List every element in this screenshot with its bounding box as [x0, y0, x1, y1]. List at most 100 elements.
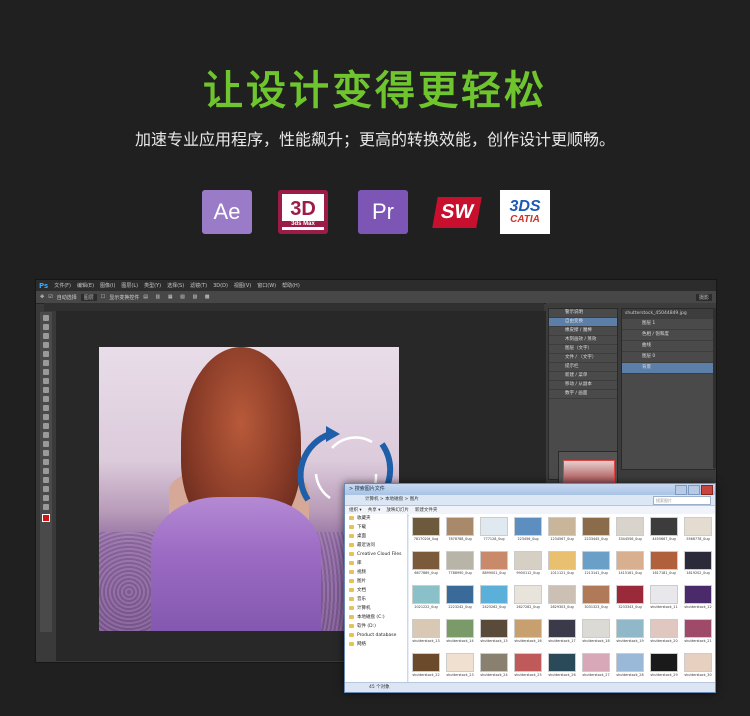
file-item[interactable]: 1617181_0ug [647, 548, 681, 582]
minimize-button[interactable] [675, 485, 687, 495]
ps-menu-item[interactable]: 图层(L) [121, 282, 138, 289]
nav-item[interactable]: 文档 [345, 586, 407, 595]
toolbar-button[interactable]: 新建文件夹 [415, 508, 438, 513]
file-item[interactable]: shutterstock_12 [681, 582, 715, 616]
file-item[interactable]: 2627282_0ug [511, 582, 545, 616]
explorer-title-bar[interactable]: > 搜索图片文件 [345, 484, 715, 495]
history-item[interactable]: 木刻画效 / 蒸效 [549, 336, 617, 345]
nav-item[interactable]: 视频 [345, 568, 407, 577]
ps-menu-item[interactable]: 编辑(E) [77, 282, 94, 289]
layer-row[interactable]: 图层 0 [622, 352, 714, 363]
document-tabs[interactable] [44, 303, 544, 311]
ps-menu-item[interactable]: 选择(S) [167, 282, 184, 289]
file-item[interactable]: shutterstock_26 [545, 650, 579, 684]
file-item[interactable]: 5566778_0ug [681, 514, 715, 548]
file-item[interactable]: 1415161_0ug [613, 548, 647, 582]
tool-icon[interactable] [43, 432, 49, 438]
nav-item[interactable]: 下载 [345, 523, 407, 532]
file-item[interactable]: 2223242_0ug [443, 582, 477, 616]
ps-menu-item[interactable]: 帮助(H) [282, 282, 300, 289]
tool-icon[interactable] [43, 441, 49, 447]
tool-icon[interactable] [43, 369, 49, 375]
tool-icon[interactable] [43, 486, 49, 492]
tool-icon[interactable] [43, 423, 49, 429]
file-item[interactable]: 3031323_0ug [579, 582, 613, 616]
nav-item[interactable]: 库 [345, 559, 407, 568]
search-input[interactable]: 搜索图片 [653, 496, 711, 505]
file-item[interactable]: 2233445_0ug [579, 514, 613, 548]
file-item[interactable]: 2829303_0ug [545, 582, 579, 616]
nav-item[interactable]: 图片 [345, 577, 407, 586]
ps-menu-item[interactable]: 文件(F) [54, 282, 71, 289]
tool-icon[interactable] [43, 414, 49, 420]
file-item[interactable]: shutterstock_19 [613, 616, 647, 650]
file-item[interactable]: 1819202_0ug [681, 548, 715, 582]
file-item[interactable]: shutterstock_25 [511, 650, 545, 684]
show-transform-checkbox[interactable]: ☐ [101, 294, 105, 300]
file-item[interactable]: 1011121_0ug [545, 548, 579, 582]
file-item[interactable]: shutterstock_21 [681, 616, 715, 650]
toolbar-button[interactable]: 共享 ▾ [368, 508, 381, 513]
nav-item[interactable]: 最近访问 [345, 541, 407, 550]
history-item[interactable]: 文件 / （文字） [549, 354, 617, 363]
file-item[interactable]: shutterstock_11 [647, 582, 681, 616]
file-item[interactable]: shutterstock_15 [477, 616, 511, 650]
history-item[interactable]: 自由变换 [549, 318, 617, 327]
file-item[interactable]: 2021222_0ug [409, 582, 443, 616]
file-item[interactable]: shutterstock_30 [681, 650, 715, 684]
align-icons[interactable]: ▤ ▥ ▦ ▧ ▨ ▩ [143, 294, 212, 300]
tool-icon[interactable] [43, 459, 49, 465]
file-item[interactable]: shutterstock_17 [545, 616, 579, 650]
file-item[interactable]: shutterstock_20 [647, 616, 681, 650]
maximize-button[interactable] [688, 485, 700, 495]
file-item[interactable]: 223456_0ug [511, 514, 545, 548]
file-item[interactable]: 3344556_0ug [613, 514, 647, 548]
layer-row[interactable]: 背景 [622, 363, 714, 374]
toolbar-button[interactable]: 组织 ▾ [349, 508, 362, 513]
file-item[interactable]: shutterstock_14 [443, 616, 477, 650]
file-item[interactable]: shutterstock_28 [613, 650, 647, 684]
file-item[interactable]: shutterstock_27 [579, 650, 613, 684]
layer-row[interactable]: 色相 / 饱和度 [622, 330, 714, 341]
tool-icon[interactable] [43, 342, 49, 348]
tool-icon[interactable] [43, 333, 49, 339]
nav-item[interactable]: 网络 [345, 640, 407, 649]
nav-item[interactable]: Product database [345, 631, 407, 640]
tool-icon[interactable] [43, 495, 49, 501]
nav-item[interactable]: 计算机 [345, 604, 407, 613]
tool-icon[interactable] [43, 405, 49, 411]
layer-row[interactable]: 图层 1 [622, 319, 714, 330]
tool-icon[interactable] [43, 468, 49, 474]
tool-icon[interactable] [43, 477, 49, 483]
file-item[interactable]: 6677889_0ug [409, 548, 443, 582]
tool-icon[interactable] [43, 360, 49, 366]
file-item[interactable]: 3233343_0ug [613, 582, 647, 616]
layer-row[interactable]: 曲线 [622, 341, 714, 352]
tool-icon[interactable] [43, 396, 49, 402]
ps-menu-item[interactable]: 图像(I) [100, 282, 115, 289]
history-item[interactable]: 图层（文字） [549, 345, 617, 354]
file-item[interactable]: 4455667_0ug [647, 514, 681, 548]
file-item[interactable]: 1213141_0ug [579, 548, 613, 582]
file-item[interactable]: shutterstock_13 [409, 616, 443, 650]
workspace-select[interactable]: 摄影 [695, 293, 712, 301]
file-item[interactable]: 9900112_0ug [511, 548, 545, 582]
history-item[interactable]: 警示说明 [549, 309, 617, 318]
file-item[interactable]: 7878788_0ug [443, 514, 477, 548]
auto-select-checkbox[interactable]: ☑ [48, 294, 52, 300]
toolbar-button[interactable]: 放映幻灯片 [386, 508, 409, 513]
history-item[interactable]: 橡皮擦 / 魔棒 [549, 327, 617, 336]
file-item[interactable]: shutterstock_18 [579, 616, 613, 650]
file-item[interactable]: shutterstock_23 [443, 650, 477, 684]
address-bar[interactable]: 计算机 > 本地磁盘 > 图片 搜索图片 [345, 495, 715, 506]
nav-item[interactable]: 本地磁盘 (C:) [345, 613, 407, 622]
tool-icon[interactable] [43, 351, 49, 357]
nav-item[interactable]: 软件 (D:) [345, 622, 407, 631]
history-item[interactable]: 提示栏 [549, 363, 617, 372]
tool-icon[interactable] [43, 387, 49, 393]
ps-menu-item[interactable]: 滤镜(T) [190, 282, 207, 289]
file-item[interactable]: 2425262_0ug [477, 582, 511, 616]
nav-item[interactable]: 音乐 [345, 595, 407, 604]
file-item[interactable]: shutterstock_24 [477, 650, 511, 684]
nav-item[interactable]: 桌面 [345, 532, 407, 541]
